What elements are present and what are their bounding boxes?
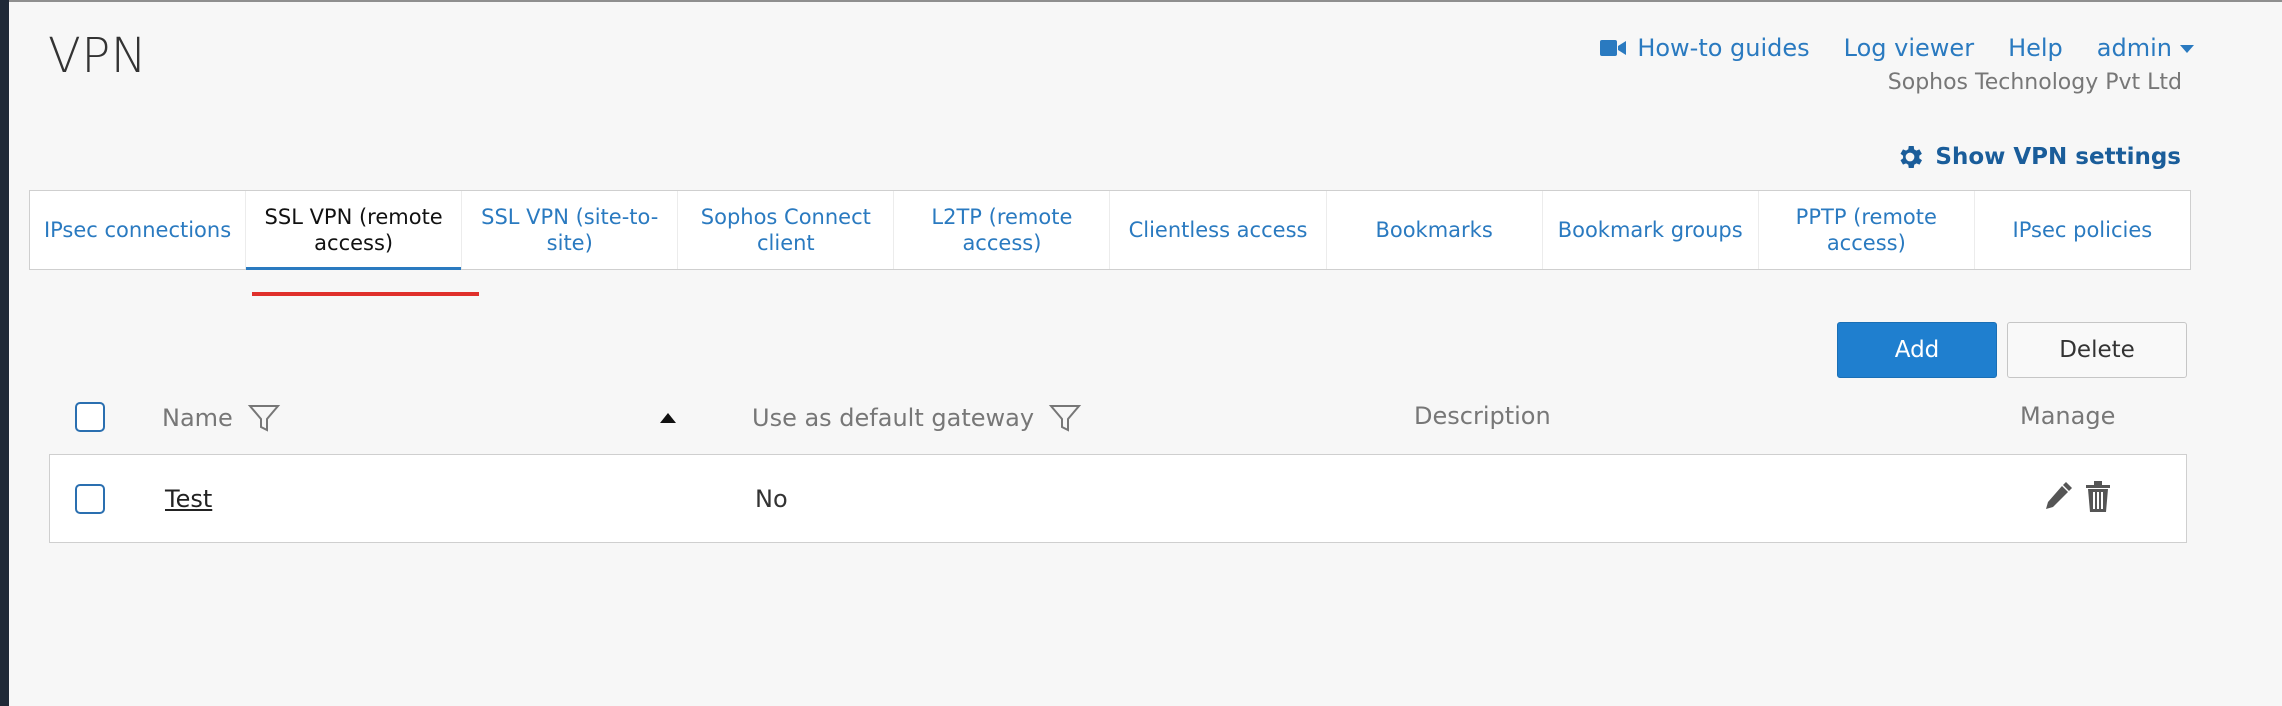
- select-all-checkbox[interactable]: [75, 402, 105, 432]
- window-top-border: [0, 0, 2282, 2]
- sort-up-icon[interactable]: [660, 413, 676, 423]
- column-header-default-gateway: Use as default gateway: [752, 402, 1082, 434]
- tab-ssl-vpn-remote-access[interactable]: SSL VPN (remote access): [246, 191, 463, 270]
- tab-bookmark-groups[interactable]: Bookmark groups: [1543, 191, 1759, 269]
- tab-ipsec-connections[interactable]: IPsec connections: [30, 191, 247, 269]
- gear-icon: [1900, 146, 1923, 168]
- admin-menu[interactable]: admin: [2097, 34, 2194, 62]
- left-nav-edge: [0, 0, 9, 706]
- column-header-default-gateway-label: Use as default gateway: [752, 404, 1035, 432]
- tab-ipsec-policies[interactable]: IPsec policies: [1975, 191, 2190, 269]
- caret-down-icon: [2180, 45, 2194, 53]
- column-header-description: Description: [1414, 402, 1551, 430]
- column-header-name: Name: [162, 402, 281, 434]
- highlight-underline: [252, 292, 479, 296]
- row-name-link[interactable]: Test: [165, 485, 212, 513]
- tab-l2tp-remote-access[interactable]: L2TP (remote access): [894, 191, 1111, 269]
- log-viewer-link[interactable]: Log viewer: [1844, 34, 1974, 62]
- table-row: Test No: [49, 454, 2187, 543]
- company-name: Sophos Technology Pvt Ltd: [1887, 70, 2182, 95]
- delete-button[interactable]: Delete: [2007, 322, 2187, 378]
- help-link[interactable]: Help: [2008, 34, 2063, 62]
- tab-ssl-vpn-site-to-site[interactable]: SSL VPN (site-to-site): [462, 191, 679, 269]
- row-checkbox[interactable]: [75, 484, 105, 514]
- row-default-gateway: No: [755, 485, 788, 513]
- page-title: VPN: [48, 28, 148, 84]
- show-vpn-settings-link[interactable]: Show VPN settings: [1895, 142, 2181, 172]
- filter-icon[interactable]: [1048, 402, 1082, 434]
- add-button[interactable]: Add: [1837, 322, 1997, 378]
- video-camera-icon: [1600, 40, 1627, 56]
- column-header-manage: Manage: [2020, 402, 2116, 430]
- how-to-guides-label: How-to guides: [1637, 34, 1810, 62]
- tab-pptp-remote-access[interactable]: PPTP (remote access): [1759, 191, 1975, 269]
- filter-icon[interactable]: [247, 402, 281, 434]
- pencil-icon[interactable]: [2042, 480, 2072, 514]
- tab-bookmarks[interactable]: Bookmarks: [1327, 191, 1543, 269]
- trash-icon[interactable]: [2084, 480, 2112, 514]
- show-vpn-settings-label: Show VPN settings: [1935, 144, 2181, 170]
- vpn-tabs: IPsec connections SSL VPN (remote access…: [29, 190, 2191, 270]
- tab-sophos-connect-client[interactable]: Sophos Connect client: [678, 191, 895, 269]
- row-name[interactable]: Test: [165, 485, 212, 513]
- header-links: How-to guides Log viewer Help admin: [1599, 34, 2194, 62]
- how-to-guides-link[interactable]: How-to guides: [1599, 34, 1810, 62]
- admin-label: admin: [2096, 34, 2172, 62]
- tab-clientless-access[interactable]: Clientless access: [1110, 191, 1327, 269]
- column-header-name-label: Name: [162, 404, 233, 432]
